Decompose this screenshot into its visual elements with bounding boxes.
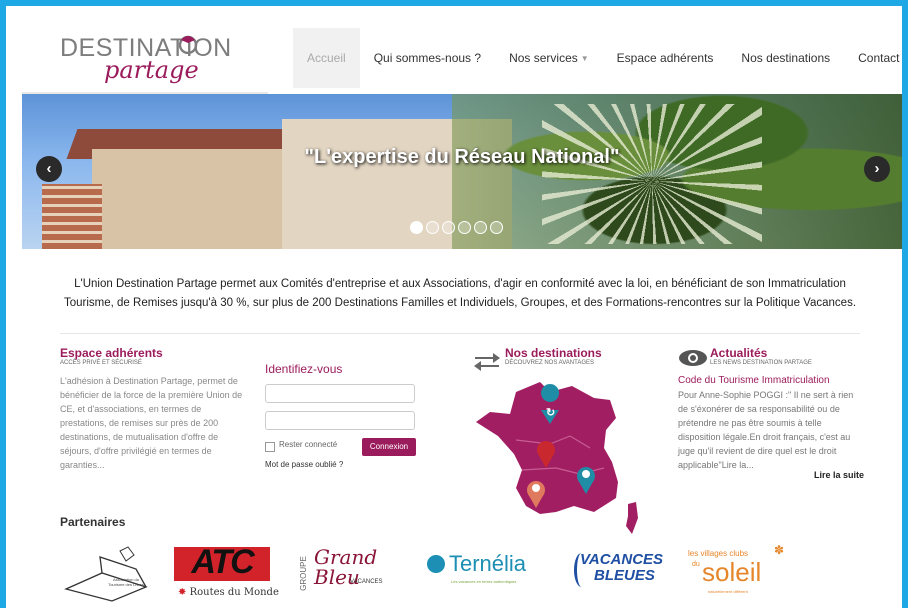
members-section: Espace adhérents ACCÈS PRIVÉ ET SÉCURISÉ… xyxy=(60,346,250,472)
news-text: Pour Anne-Sophie POGGI :" Il ne sert à r… xyxy=(678,390,854,470)
partner-gb-side: GROUPE xyxy=(298,556,308,591)
partner-atc-big: ATC xyxy=(191,543,254,581)
swap-arrows-icon xyxy=(474,353,500,371)
partners-logos: Association du Tourisme des Livres ATC ✸… xyxy=(60,543,880,605)
news-subtitle: LES NEWS DESTINATION PARTAGE xyxy=(710,360,812,366)
login-title: Identifiez-vous xyxy=(265,362,343,376)
partner-logo-soleil[interactable]: les villages clubs du soleil ✽ naturelle… xyxy=(688,543,798,603)
nav-item-qui-sommes-nous[interactable]: Qui sommes-nous ? xyxy=(360,28,495,88)
destinations-subtitle: DÉCOUVREZ NOS AVANTAGES xyxy=(505,360,595,366)
partner-atc-small: Routes du Monde xyxy=(189,587,279,598)
partner-gb-small: VACANCES xyxy=(350,579,383,585)
carousel-next-button[interactable]: › xyxy=(864,156,890,182)
carousel-dot[interactable] xyxy=(442,221,455,234)
username-field[interactable] xyxy=(265,384,415,403)
carousel-dot[interactable] xyxy=(474,221,487,234)
main-nav: Accueil Qui sommes-nous ? Nos services ▼ … xyxy=(293,28,908,88)
carousel-dot[interactable] xyxy=(410,221,423,234)
partner-vb-line2: BLEUES xyxy=(594,567,655,584)
members-subtitle: ACCÈS PRIVÉ ET SÉCURISÉ xyxy=(60,360,142,366)
partner-soleil-prefix: du xyxy=(692,561,700,568)
partner-logo-atc[interactable]: ATC ✸ Routes du Monde xyxy=(174,543,279,603)
partner-logo-vacances-bleues[interactable]: VACANCES BLEUES xyxy=(570,543,664,603)
partner-vb-line1: VACANCES xyxy=(580,551,664,568)
login-actions: Rester connecté Connexion xyxy=(265,438,417,458)
news-headline[interactable]: Code du Tourisme Immatriculation xyxy=(678,375,830,386)
partner-soleil-big: soleil xyxy=(702,557,762,587)
hero-brick-facade xyxy=(42,184,102,249)
svg-text:↻: ↻ xyxy=(546,407,555,419)
section-divider xyxy=(60,333,860,334)
partner-soleil-small: naturellement différent xyxy=(708,589,748,594)
carousel-dot[interactable] xyxy=(458,221,471,234)
nav-item-contact[interactable]: Contact xyxy=(844,28,908,88)
star-icon: ✸ xyxy=(178,587,187,598)
news-heading[interactable]: Actualités LES NEWS DESTINATION PARTAGE xyxy=(710,346,812,366)
open-book-icon xyxy=(64,546,148,602)
carousel-prev-button[interactable]: ‹ xyxy=(36,156,62,182)
remember-checkbox[interactable] xyxy=(265,442,275,452)
chevron-right-icon: › xyxy=(874,160,880,177)
destinations-title: Nos destinations xyxy=(505,346,602,360)
partner-livres-line2: Tourisme des Livres xyxy=(108,582,144,587)
partners-title: Partenaires xyxy=(60,515,126,529)
remember-label: Rester connecté xyxy=(279,440,338,449)
partner-logo-grand-bleu[interactable]: GROUPE Grand Bleu VACANCES xyxy=(298,543,400,603)
nav-item-nos-services[interactable]: Nos services ▼ xyxy=(495,28,603,88)
carousel-dot[interactable] xyxy=(490,221,503,234)
nav-item-espace-adherents[interactable]: Espace adhérents xyxy=(603,28,728,88)
intro-text: L'Union Destination Partage permet aux C… xyxy=(63,278,857,309)
hero-palm-fronds xyxy=(542,104,762,244)
nav-item-nos-destinations[interactable]: Nos destinations xyxy=(727,28,844,88)
read-more-link[interactable]: Lire la suite xyxy=(814,470,864,480)
leaf-icon: ✽ xyxy=(774,543,785,557)
corsica-shape xyxy=(626,502,638,534)
nav-item-accueil[interactable]: Accueil xyxy=(293,28,360,88)
ternelia-icon xyxy=(427,555,445,573)
members-title[interactable]: Espace adhérents xyxy=(60,346,250,360)
brand-logo[interactable]: DESTINATION partage xyxy=(60,34,231,86)
partner-ternelia-big: Ternélia xyxy=(449,551,527,576)
forgot-password-link[interactable]: Mot de passe oublié ? xyxy=(265,460,343,469)
login-button[interactable]: Connexion xyxy=(362,438,416,456)
password-field[interactable] xyxy=(265,411,415,430)
partner-logo-livres[interactable]: Association du Tourisme des Livres xyxy=(60,543,152,603)
news-title: Actualités xyxy=(710,346,768,360)
france-map[interactable]: ↻ xyxy=(470,378,646,538)
members-text: L'adhésion à Destination Partage, permet… xyxy=(60,376,243,470)
hero-caption: "L'expertise du Réseau National" xyxy=(304,146,620,168)
carousel-dot[interactable] xyxy=(426,221,439,234)
carousel-indicators xyxy=(410,221,503,234)
swoosh-icon xyxy=(574,553,589,587)
chevron-left-icon: ‹ xyxy=(46,160,52,177)
partner-gb-line2: Bleu xyxy=(314,565,360,589)
eye-icon xyxy=(679,350,707,366)
partner-ternelia-small: Les vacances en terres authentiques xyxy=(451,579,517,584)
nav-item-label: Nos services xyxy=(509,51,578,65)
brand-logo-line2: partage xyxy=(104,56,199,84)
partner-logo-ternelia[interactable]: Ternélia Les vacances en terres authenti… xyxy=(425,543,541,603)
caret-down-icon: ▼ xyxy=(580,53,589,63)
login-form: Identifiez-vous Rester connecté Connexio… xyxy=(265,362,420,469)
destinations-heading[interactable]: Nos destinations DÉCOUVREZ NOS AVANTAGES xyxy=(505,346,602,366)
globe-icon xyxy=(178,35,198,54)
